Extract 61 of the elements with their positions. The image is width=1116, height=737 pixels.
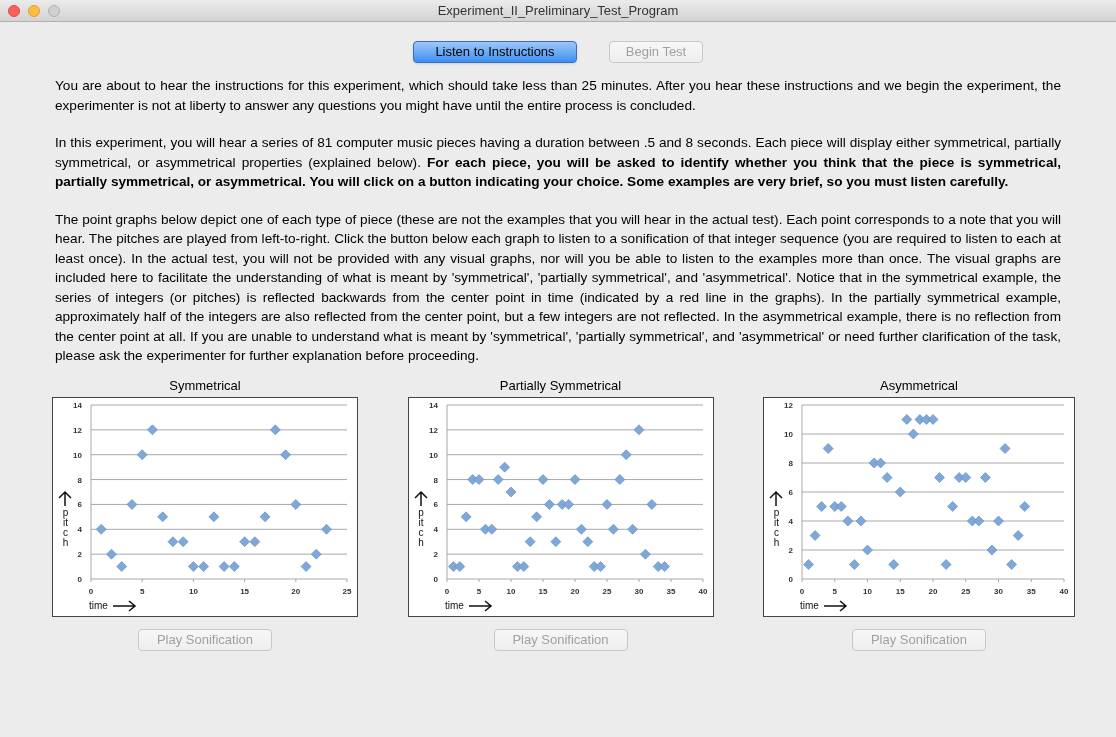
axis-tick-label: 12	[428, 425, 438, 435]
axis-tick-label: 0	[433, 574, 438, 584]
axis-tick-label: 8	[788, 458, 793, 468]
axis-tick-label: 4	[788, 516, 793, 526]
axis-tick-label: 5	[476, 586, 481, 596]
paragraph: The point graphs below depict one of each type of piece (these are not the examples that you will hear in the actual test). Each point corresponds to a note that you will hear. The pitches are played from left-to-right. Click the button below each graph to listen to a sonification of that integer sequence (you are required to listen to each at least once). In the actual test, you will not be provided with any visual graphs, nor will you be able to listen to the examples more than once. The visual graphs are included here to facilitate the understanding of what is meant by 'symmetrical', 'partially symmetrical', and 'asymmetrical'. Notice that in the symmetrical example, the series of integers (or pitches) is reflected backwards from the center point in time (indicated by a red line in the graphs). In the partially symmetrical example, approximately half of the integers are also reflected from the center point, but a few integers are not reflected. In the asymmetrical example, there is no reflection from the center point at all. If you are unable to understand what is meant by 'symmetrical', 'partially symmetrical', and 'asymmetrical' or need further clarification of the task, please ask the experimenter for further explanation before proceeding.	[55, 210, 1061, 365]
axis-tick-label: 20	[570, 586, 579, 596]
push-button[interactable]: Listen to Instructions	[413, 41, 577, 63]
axis-tick-label: 10	[73, 450, 82, 460]
axis-tick-label: 35	[666, 586, 675, 596]
axis-tick-label: 25	[602, 586, 611, 596]
axis-tick-label: 10	[188, 586, 198, 596]
axis-tick-label: 10	[784, 429, 793, 439]
paragraph: You are about to hear the instructions for this experiment, which should take less than 25 minutes. After you hear these instructions and we begin the experiment, the experimenter is not at liberty to answer any questions you might have until the entire process is concluded.	[55, 77, 1061, 115]
axis-tick-label: 2	[788, 545, 793, 555]
axis-tick-label: 10	[863, 586, 872, 596]
chart-title: Partially Symmetrical	[499, 377, 622, 394]
axis-tick-label: 5	[832, 586, 837, 596]
axis-tick-label: 40	[698, 586, 707, 596]
axis-tick-label: 15	[895, 586, 905, 596]
axis-tick-label: 4	[77, 524, 82, 534]
axis-tick-label: 6	[788, 487, 793, 497]
axis-tick-label: 0	[88, 586, 94, 596]
chart-title: Asymmetrical	[880, 377, 958, 394]
axis-tick-label: 30	[634, 586, 643, 596]
axis-tick-label: 6	[433, 499, 438, 509]
axis-tick-label: 5	[139, 586, 145, 596]
chart-title: Symmetrical	[169, 377, 241, 394]
axis-tick-label: 6	[77, 499, 82, 509]
window-title: Experiment_II_Preliminary_Test_Program	[437, 2, 679, 18]
axis-tick-label: 10	[506, 586, 515, 596]
axis-tick-label: 0	[444, 586, 449, 596]
axis-label: pitch	[417, 507, 425, 548]
axis-tick-label: 14	[428, 400, 438, 410]
axis-tick-label: 15	[240, 586, 250, 596]
axis-tick-label: 40	[1059, 586, 1069, 596]
axis-tick-label: 0	[77, 574, 82, 584]
axis-tick-label: 8	[77, 475, 82, 485]
axis-tick-label: 12	[784, 400, 793, 410]
axis-tick-label: 25	[342, 586, 352, 596]
axis-label: time	[800, 599, 819, 611]
axis-tick-label: 20	[291, 586, 301, 596]
axis-label: pitch	[773, 507, 780, 548]
axis-tick-label: 0	[799, 586, 805, 596]
axis-tick-label: 8	[433, 475, 438, 485]
axis-tick-label: 12	[73, 425, 82, 435]
axis-label: time	[444, 599, 464, 611]
axis-tick-label: 14	[73, 400, 82, 410]
axis-tick-label: 2	[433, 549, 438, 559]
axis-tick-label: 10	[428, 450, 438, 460]
axis-tick-label: 15	[538, 586, 547, 596]
axis-tick-label: 4	[433, 524, 438, 534]
axis-label: time	[89, 599, 108, 611]
axis-tick-label: 25	[961, 586, 971, 596]
axis-tick-label: 35	[1026, 586, 1036, 596]
axis-label: pitch	[62, 507, 69, 548]
axis-tick-label: 0	[788, 574, 793, 584]
axis-tick-label: 30	[994, 586, 1003, 596]
axis-tick-label: 2	[77, 549, 82, 559]
axis-tick-label: 20	[928, 586, 938, 596]
paragraph: In this experiment, you will hear a series of 81 computer music pieces having a duration between .5 and 8 seconds. Each piece will display either symmetrical, partially symmetrical, or asymmetrical properties (explained below). For each piece, you will be asked to identify whether you think that the piece is symmetrical, partially symmetrical, or asymmetrical. You will click on a button indicating your choice. Some examples are very brief, so you must listen carefully.	[55, 134, 1061, 191]
